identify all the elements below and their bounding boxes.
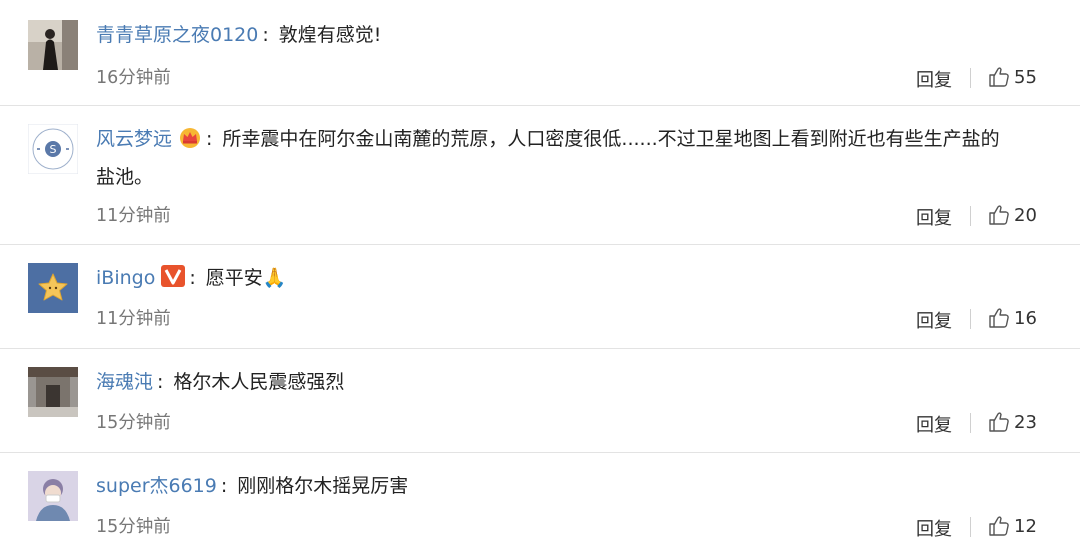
comment-text: 愿平安🙏 <box>205 267 287 289</box>
colon: : <box>189 267 196 289</box>
person-avatar-icon <box>28 471 78 521</box>
colon: : <box>220 475 228 497</box>
comment-time: 15分钟前 <box>96 517 171 537</box>
comment-time: 16分钟前 <box>96 68 171 88</box>
comment-text: 刚刚格尔木摇晃厉害 <box>237 475 409 497</box>
divider <box>970 68 971 88</box>
username-link[interactable]: 海魂沌 <box>96 371 153 393</box>
like-count: 20 <box>1014 204 1037 226</box>
comment-time: 11分钟前 <box>96 309 171 329</box>
comment-list: 青青草原之夜0120: 敦煌有感觉! 16分钟前 回复 55 S 风云梦远: … <box>0 0 1080 558</box>
reply-button[interactable]: 回复 <box>916 411 952 437</box>
like-count: 12 <box>1014 515 1037 537</box>
comment-item: 海魂沌: 格尔木人民震感强烈 15分钟前 回复 23 <box>0 349 1080 453</box>
comment-text: 所幸震中在阿尔金山南麓的荒原，人口密度很低......不过卫星地图上看到附近也有… <box>222 128 1000 150</box>
comment-item: super杰6619: 刚刚格尔木摇晃厉害 15分钟前 回复 12 <box>0 453 1080 558</box>
comment-item: 青青草原之夜0120: 敦煌有感觉! 16分钟前 回复 55 <box>0 0 1080 106</box>
reply-button[interactable]: 回复 <box>916 204 952 230</box>
thumbs-up-icon <box>989 205 1009 225</box>
avatar[interactable]: S <box>28 124 78 174</box>
divider <box>970 413 971 433</box>
like-count: 16 <box>1014 307 1037 329</box>
like-button[interactable]: 16 <box>988 307 1037 329</box>
username-link[interactable]: super杰6619 <box>96 475 217 497</box>
logo-avatar-icon: S <box>28 124 78 174</box>
like-button[interactable]: 12 <box>988 515 1037 537</box>
reply-button[interactable]: 回复 <box>916 515 952 541</box>
like-count: 55 <box>1014 66 1037 88</box>
comment-item: iBingo: 愿平安🙏 11分钟前 回复 16 <box>0 245 1080 349</box>
avatar[interactable] <box>28 263 78 313</box>
comment-text: 敦煌有感觉! <box>278 24 382 46</box>
reply-button[interactable]: 回复 <box>916 307 952 333</box>
comment-time: 15分钟前 <box>96 413 171 433</box>
username-link[interactable]: iBingo <box>96 267 155 289</box>
username-link[interactable]: 风云梦远 <box>96 128 172 150</box>
colon: : <box>206 128 213 150</box>
divider <box>970 517 971 537</box>
comment-text-continued: 盐池。 <box>96 166 154 188</box>
avatar[interactable] <box>28 471 78 521</box>
colon: : <box>262 24 269 46</box>
colon: : <box>157 371 164 393</box>
username-link[interactable]: 青青草原之夜0120 <box>96 24 258 46</box>
like-count: 23 <box>1014 411 1037 433</box>
building-avatar-icon <box>28 367 78 417</box>
svg-text:S: S <box>50 143 57 156</box>
thumbs-up-icon <box>989 412 1009 432</box>
thumbs-up-icon <box>989 67 1009 87</box>
like-button[interactable]: 20 <box>988 204 1037 226</box>
crown-icon <box>178 125 202 160</box>
thumbs-up-icon <box>989 308 1009 328</box>
like-button[interactable]: 23 <box>988 411 1037 433</box>
comment-time: 11分钟前 <box>96 206 171 226</box>
divider <box>970 206 971 226</box>
reply-button[interactable]: 回复 <box>916 66 952 92</box>
thumbs-up-icon <box>989 516 1009 536</box>
divider <box>970 309 971 329</box>
comment-item: S 风云梦远: 所幸震中在阿尔金山南麓的荒原，人口密度很低......不过卫星地图… <box>0 106 1080 245</box>
comment-text: 格尔木人民震感强烈 <box>173 371 345 393</box>
star-avatar-icon <box>28 263 78 313</box>
avatar[interactable] <box>28 367 78 417</box>
avatar[interactable] <box>28 20 78 70</box>
verified-v-icon <box>161 264 186 299</box>
like-button[interactable]: 55 <box>988 66 1037 88</box>
photo-avatar-person-icon <box>28 20 78 70</box>
